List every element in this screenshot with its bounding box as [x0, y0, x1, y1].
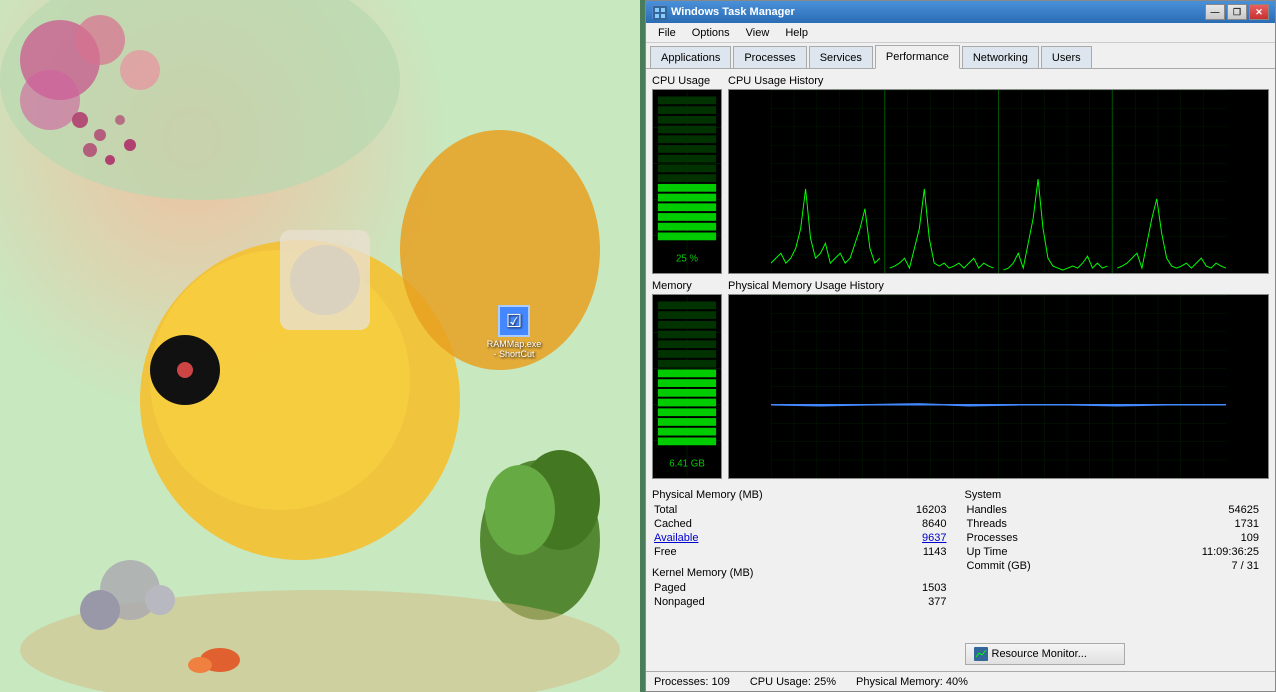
memory-graph: 6.41 GB [652, 294, 722, 479]
stat-value: 377 [835, 595, 957, 609]
status-processes: Processes: 109 [654, 676, 730, 688]
physical-memory-title: Physical Memory (MB) [652, 489, 957, 501]
system-table: Handles 54625 Threads 1731 Processes 109… [965, 503, 1270, 573]
menu-view[interactable]: View [738, 25, 778, 41]
checkbox-icon: ☑ [506, 311, 522, 332]
stat-label: Free [652, 545, 814, 559]
memory-section: Memory [652, 280, 722, 479]
stat-value: 109 [1116, 531, 1270, 545]
stat-label: Cached [652, 517, 814, 531]
memory-stats-col: Physical Memory (MB) Total 16203 Cached … [652, 489, 957, 665]
cpu-usage-label: CPU Usage [652, 75, 722, 87]
system-stats-col: System Handles 54625 Threads 1731 Proces… [965, 489, 1270, 665]
memory-history-graph [728, 294, 1269, 479]
table-row: Total 16203 [652, 503, 957, 517]
tab-services[interactable]: Services [809, 46, 873, 68]
stat-label: Nonpaged [652, 595, 835, 609]
top-graphs-row: CPU Usage [652, 75, 1269, 274]
stat-label: Commit (GB) [965, 559, 1116, 573]
table-row: Cached 8640 [652, 517, 957, 531]
resource-monitor-button[interactable]: Resource Monitor... [965, 643, 1125, 665]
restore-button[interactable]: ❐ [1227, 4, 1247, 20]
status-bar: Processes: 109 CPU Usage: 25% Physical M… [646, 671, 1275, 691]
desktop-shortcut-icon[interactable]: ☑ RAMMap.exe - ShortCut [482, 305, 546, 359]
stat-label: Up Time [965, 545, 1116, 559]
performance-content: CPU Usage [646, 69, 1275, 671]
tab-applications[interactable]: Applications [650, 46, 731, 68]
table-row: Up Time 11:09:36:25 [965, 545, 1270, 559]
stat-label: Processes [965, 531, 1116, 545]
resource-monitor-label: Resource Monitor... [992, 648, 1087, 660]
system-title: System [965, 489, 1270, 501]
bottom-graphs-row: Memory [652, 280, 1269, 479]
window-controls: — ❐ ✕ [1205, 4, 1269, 20]
table-row: Handles 54625 [965, 503, 1270, 517]
kernel-memory-title: Kernel Memory (MB) [652, 567, 957, 579]
status-cpu: CPU Usage: 25% [750, 676, 836, 688]
stat-value: 8640 [814, 517, 956, 531]
task-manager-window: Windows Task Manager — ❐ ✕ File Options … [645, 0, 1276, 692]
table-row: Commit (GB) 7 / 31 [965, 559, 1270, 573]
svg-text:6.41 GB: 6.41 GB [669, 459, 705, 470]
memory-history-label: Physical Memory Usage History [728, 280, 1269, 292]
stat-label: Total [652, 503, 814, 517]
table-row: Nonpaged 377 [652, 595, 957, 609]
stat-label: Available [652, 531, 814, 545]
table-row: Paged 1503 [652, 581, 957, 595]
desktop: ☑ RAMMap.exe - ShortCut [0, 0, 640, 692]
cpu-history-graph [728, 89, 1269, 274]
window-title: Windows Task Manager [671, 6, 795, 18]
table-row: Threads 1731 [965, 517, 1270, 531]
tabs-bar: Applications Processes Services Performa… [646, 43, 1275, 69]
cpu-history-section: CPU Usage History [728, 75, 1269, 274]
cpu-usage-graph: 25 % [652, 89, 722, 274]
stat-value: 16203 [814, 503, 956, 517]
menu-help[interactable]: Help [777, 25, 816, 41]
stat-value: 9637 [814, 531, 956, 545]
stat-value: 1143 [814, 545, 956, 559]
shortcut-label: RAMMap.exe - ShortCut [487, 339, 542, 359]
stat-value: 54625 [1116, 503, 1270, 517]
cpu-usage-section: CPU Usage [652, 75, 722, 274]
close-button[interactable]: ✕ [1249, 4, 1269, 20]
stat-label: Threads [965, 517, 1116, 531]
stat-label: Handles [965, 503, 1116, 517]
stat-label: Paged [652, 581, 835, 595]
stat-value: 7 / 31 [1116, 559, 1270, 573]
cpu-history-label: CPU Usage History [728, 75, 1269, 87]
tab-performance[interactable]: Performance [875, 45, 960, 69]
minimize-button[interactable]: — [1205, 4, 1225, 20]
resource-monitor-icon [974, 647, 988, 661]
kernel-memory-table: Paged 1503 Nonpaged 377 [652, 581, 957, 609]
table-row: Free 1143 [652, 545, 957, 559]
title-bar: Windows Task Manager — ❐ ✕ [646, 1, 1275, 23]
stat-value: 11:09:36:25 [1116, 545, 1270, 559]
tab-networking[interactable]: Networking [962, 46, 1039, 68]
memory-history-section: Physical Memory Usage History [728, 280, 1269, 479]
memory-label: Memory [652, 280, 722, 292]
window-icon [652, 5, 666, 19]
stats-section: Physical Memory (MB) Total 16203 Cached … [652, 489, 1269, 665]
menu-file[interactable]: File [650, 25, 684, 41]
tab-processes[interactable]: Processes [733, 46, 806, 68]
table-row: Available 9637 [652, 531, 957, 545]
shortcut-icon-img: ☑ [498, 305, 530, 337]
stat-value: 1503 [835, 581, 957, 595]
table-row: Processes 109 [965, 531, 1270, 545]
menu-options[interactable]: Options [684, 25, 738, 41]
svg-text:25 %: 25 % [676, 254, 698, 265]
tab-users[interactable]: Users [1041, 46, 1092, 68]
physical-memory-table: Total 16203 Cached 8640 Available 9637 F… [652, 503, 957, 559]
stat-value: 1731 [1116, 517, 1270, 531]
status-memory: Physical Memory: 40% [856, 676, 968, 688]
menu-bar: File Options View Help [646, 23, 1275, 43]
